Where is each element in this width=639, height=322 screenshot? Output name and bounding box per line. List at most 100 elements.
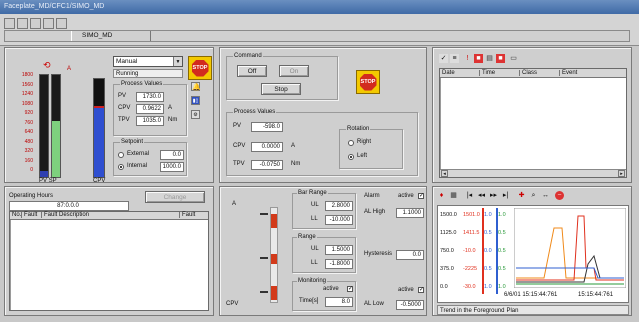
mode-select[interactable]: Manual ▼ (113, 56, 183, 67)
operating-hours-value: 87:0.0.0 (9, 201, 129, 211)
bar-unit-label: A (67, 66, 72, 72)
fault-list[interactable]: No. Fault Fault Description Fault (9, 211, 209, 311)
first-icon[interactable]: |◂ (465, 191, 474, 200)
trend-date-label: 6/6/01 15:15:44:761 (504, 292, 558, 298)
bar-range-group: Bar Range UL 2.8000 LL -10.000 (292, 190, 356, 229)
fault-column-fault[interactable]: Fault (24, 212, 42, 218)
pv-bar (39, 74, 49, 178)
bar-ul-label: UL (311, 202, 319, 208)
trend-axis-label: 0.5 (498, 266, 506, 272)
internal-label: Internal (127, 163, 148, 169)
resize-icon[interactable]: ↔ (541, 191, 550, 200)
al-low-active-checkbox[interactable]: ✓ (418, 287, 424, 293)
column-event[interactable]: Event (562, 70, 622, 76)
last-icon[interactable]: ▸| (501, 191, 510, 200)
fault-column-description[interactable]: Fault Description (44, 212, 180, 218)
reset-arrow-icon[interactable]: ⟲ (43, 60, 57, 70)
tab-simo-md[interactable]: SIMO_MD (71, 31, 151, 41)
scroll-right-icon[interactable]: ▸ (618, 170, 625, 177)
off-button[interactable]: Off (237, 65, 267, 77)
fault-column-no[interactable]: No. (12, 212, 22, 218)
column-class[interactable]: Class (522, 70, 560, 76)
ack-icon[interactable]: ✓ (439, 54, 448, 63)
internal-value[interactable]: 1000.0 (160, 162, 184, 172)
trend-axis-label: 0.0 (484, 248, 492, 254)
fault-column-fault-2[interactable]: Fault (182, 212, 206, 218)
pin-icon[interactable]: ♦ (437, 191, 446, 200)
rewind-icon[interactable]: ◂◂ (477, 191, 486, 200)
list-icon[interactable]: ≡ (450, 54, 459, 63)
bar-ul-value[interactable]: 2.8000 (325, 201, 353, 211)
limit-mid-mark (271, 254, 277, 264)
process-values-group: Process Values PV -598.0 CPV 0.0000 A TP… (226, 109, 418, 176)
message-list[interactable]: Date Time Class Event ◂ ▸ (439, 68, 627, 178)
horizontal-scrollbar[interactable]: ◂ ▸ (440, 169, 626, 177)
alarm-filter-icon[interactable]: ! (463, 54, 472, 63)
bar-ll-value[interactable]: -10.000 (325, 215, 353, 225)
toolbar-button-1[interactable] (4, 18, 15, 29)
al-low-label: AL Low (364, 301, 384, 307)
message-list-header: Date Time Class Event (440, 69, 626, 78)
table-icon[interactable]: ▦ (449, 191, 458, 200)
settings-icon[interactable]: ⚙ (191, 110, 200, 119)
time-label: Time[s] (299, 298, 319, 304)
range-ll-label: LL (311, 260, 318, 266)
stop-sign[interactable]: STOP (188, 56, 212, 80)
change-button[interactable]: Change (145, 191, 205, 203)
process-cpv-unit: A (291, 143, 296, 149)
warning-icon[interactable]: ■ (496, 54, 505, 63)
bell-icon[interactable]: 🔔 (191, 82, 201, 91)
external-radio[interactable] (118, 152, 124, 158)
toolbar-button-5[interactable] (56, 18, 67, 29)
scroll-left-icon[interactable]: ◂ (441, 170, 448, 177)
motor-tpv-unit: Nm (168, 117, 178, 123)
trend-status-right: Plan (506, 308, 519, 314)
operating-panel: Operating Hours 87:0.0.0 Change No. Faul… (4, 186, 214, 316)
external-value: 0.0 (160, 150, 184, 160)
chart-icon[interactable]: ▮▯ (191, 96, 200, 105)
alarm-red-icon[interactable]: ■ (474, 54, 483, 63)
stop-trend-icon[interactable]: – (555, 191, 564, 200)
monitoring-active-checkbox[interactable]: ✓ (347, 286, 353, 292)
forward-icon[interactable]: ▸▸ (489, 191, 498, 200)
scale-label: 160 (24, 157, 33, 164)
rotation-left-radio[interactable] (348, 154, 354, 160)
al-low-value[interactable]: -0.5000 (396, 300, 424, 310)
chevron-down-icon[interactable]: ▼ (173, 57, 182, 66)
message-panel: ✓ ≡ ! ■ ▤ ■ ▭ Date Time Class Event ◂ ▸ (432, 47, 632, 183)
trend-status-text: Trend in the Foreground (440, 308, 505, 314)
column-time[interactable]: Time (482, 70, 520, 76)
rotation-group: Rotation Right Left (339, 126, 403, 169)
time-value[interactable]: 8.0 (325, 297, 353, 307)
toolbar-button-2[interactable] (17, 18, 28, 29)
print-icon[interactable]: ▭ (509, 54, 518, 63)
stop-button[interactable]: Stop (261, 83, 301, 95)
al-high-value[interactable]: 1.1000 (396, 208, 424, 218)
range-ll-value[interactable]: -1.8000 (325, 259, 353, 269)
alarm-active-checkbox[interactable]: ✓ (418, 193, 424, 199)
al-high-label: AL High (364, 209, 386, 215)
zoom-icon[interactable]: ⌕ (529, 191, 538, 200)
rotation-right-radio[interactable] (348, 140, 354, 146)
motor-panel: 1800 1560 1240 1080 920 760 640 480 320 160 0 A ⟲ … (4, 47, 214, 184)
trend-area[interactable]: 1500.0 1125.0 750.0 375.0 0.0 1501.0 1411.5 -1… (437, 205, 629, 303)
process-tpv-unit: Nm (291, 161, 301, 167)
command-stop-sign[interactable]: STOP (356, 70, 380, 94)
hysteresis-value[interactable]: 0.0 (396, 250, 424, 260)
ruler-icon[interactable]: ✚ (517, 191, 526, 200)
range-group: Range UL 1.5000 LL -1.8000 (292, 234, 356, 273)
cpv-bar-fill (94, 106, 104, 177)
on-button[interactable]: On (279, 65, 309, 77)
scale-label: 320 (24, 148, 33, 154)
limits-a-label: A (232, 201, 237, 207)
column-date[interactable]: Date (442, 70, 480, 76)
motor-cpv-unit: A (168, 105, 173, 111)
range-ul-value[interactable]: 1.5000 (325, 245, 353, 255)
alarm-list-icon[interactable]: ▤ (485, 54, 494, 63)
internal-radio[interactable] (118, 164, 124, 170)
scale-label: 1800 (21, 72, 33, 78)
toolbar-button-3[interactable] (30, 18, 41, 29)
trend-axis-label: 0.5 (498, 248, 506, 254)
trend-status-bar: Trend in the Foreground Plan (437, 305, 629, 315)
toolbar-button-4[interactable] (43, 18, 54, 29)
